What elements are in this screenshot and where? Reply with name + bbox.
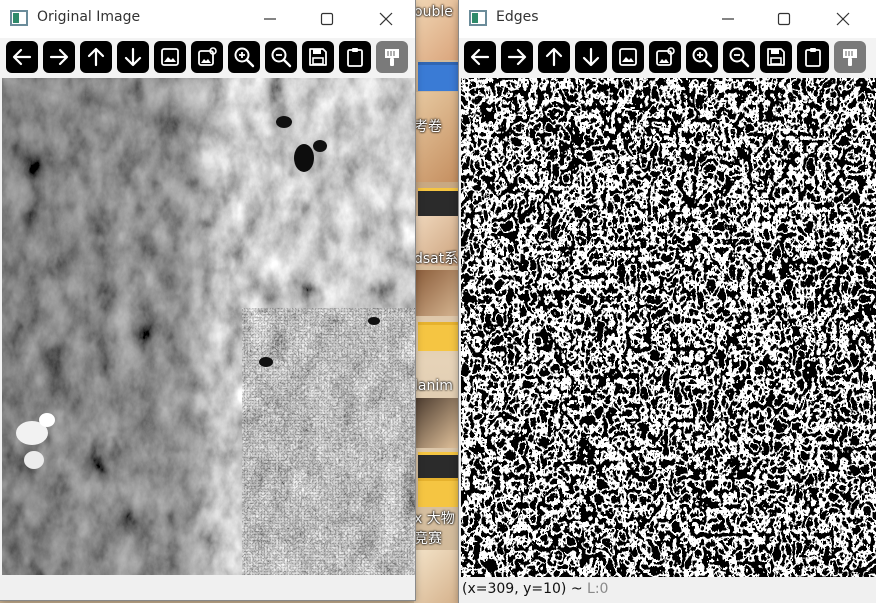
properties-icon bbox=[385, 49, 399, 66]
save-icon bbox=[309, 48, 327, 66]
clipboard-icon bbox=[347, 48, 363, 67]
desktop-label-6[interactable]: 竞赛 bbox=[414, 528, 462, 548]
window-title: Original Image bbox=[37, 9, 141, 25]
pixel-level: L:0 bbox=[587, 581, 609, 597]
zoom-out-button[interactable] bbox=[265, 41, 297, 73]
arrow-left-icon bbox=[12, 48, 32, 66]
copy-to-clipboard-button[interactable] bbox=[797, 41, 829, 73]
status-text: (x=309, y=10) ~ L:0 bbox=[462, 581, 608, 597]
maximize-button[interactable] bbox=[764, 6, 804, 32]
desktop-icons-strip: ouble 考卷 dsat系 lanim x 大物 竞赛 bbox=[414, 0, 462, 603]
close-button[interactable] bbox=[823, 6, 863, 32]
zoom-out-icon bbox=[729, 47, 750, 68]
zoom-original-button[interactable] bbox=[191, 41, 223, 73]
window-title: Edges bbox=[496, 9, 539, 25]
toolbar bbox=[459, 38, 876, 78]
pan-right-button[interactable] bbox=[43, 41, 75, 73]
maximize-icon bbox=[320, 12, 334, 26]
zoom-fit-button[interactable] bbox=[612, 41, 644, 73]
zoom-in-button[interactable] bbox=[686, 41, 718, 73]
satellite-image bbox=[2, 78, 415, 575]
maximize-icon bbox=[777, 12, 791, 26]
pan-down-button[interactable] bbox=[575, 41, 607, 73]
minimize-icon bbox=[264, 18, 276, 20]
save-icon bbox=[767, 48, 785, 66]
desktop-background: ouble 考卷 dsat系 lanim x 大物 竞赛 Original Im… bbox=[0, 0, 876, 603]
desktop-thumbnail[interactable] bbox=[414, 550, 462, 603]
zoom-in-icon bbox=[692, 47, 713, 68]
zoom-fit-button[interactable] bbox=[154, 41, 186, 73]
desktop-folder-icon[interactable] bbox=[418, 478, 460, 507]
edges-image bbox=[461, 78, 876, 577]
status-bar: (x=309, y=10) ~ L:0 bbox=[459, 577, 876, 603]
zoom-in-icon bbox=[234, 47, 255, 68]
zoom-out-icon bbox=[271, 47, 292, 68]
arrow-left-icon bbox=[470, 48, 490, 66]
pan-up-button[interactable] bbox=[538, 41, 570, 73]
desktop-label-2[interactable]: 考卷 bbox=[414, 116, 462, 136]
arrow-up-icon bbox=[545, 47, 563, 67]
pan-left-button[interactable] bbox=[464, 41, 496, 73]
titlebar[interactable]: Edges bbox=[459, 0, 876, 38]
arrow-up-icon bbox=[87, 47, 105, 67]
pan-up-button[interactable] bbox=[80, 41, 112, 73]
desktop-folder-icon[interactable] bbox=[418, 188, 460, 217]
titlebar[interactable]: Original Image bbox=[0, 0, 415, 38]
zoom-in-button[interactable] bbox=[228, 41, 260, 73]
desktop-label-4[interactable]: lanim bbox=[414, 378, 462, 394]
window-original-image[interactable]: Original Image bbox=[0, 0, 415, 600]
pan-down-button[interactable] bbox=[117, 41, 149, 73]
close-icon bbox=[836, 12, 850, 26]
image-icon bbox=[619, 48, 637, 66]
desktop-thumbnail[interactable] bbox=[414, 398, 462, 448]
arrow-down-icon bbox=[124, 47, 142, 67]
original-image-canvas[interactable] bbox=[2, 78, 415, 575]
minimize-icon bbox=[722, 18, 734, 20]
desktop-thumbnail[interactable] bbox=[414, 270, 462, 316]
close-button[interactable] bbox=[366, 6, 406, 32]
arrow-down-icon bbox=[582, 47, 600, 67]
pan-right-button[interactable] bbox=[501, 41, 533, 73]
save-button[interactable] bbox=[760, 41, 792, 73]
image-settings-icon bbox=[198, 47, 217, 66]
copy-to-clipboard-button[interactable] bbox=[339, 41, 371, 73]
desktop-label-3[interactable]: dsat系 bbox=[414, 248, 462, 268]
properties-button[interactable] bbox=[834, 41, 866, 73]
desktop-folder-icon[interactable] bbox=[418, 62, 460, 91]
arrow-right-icon bbox=[49, 48, 69, 66]
cursor-coordinates: (x=309, y=10) ~ bbox=[462, 581, 588, 597]
arrow-right-icon bbox=[507, 48, 527, 66]
zoom-out-button[interactable] bbox=[723, 41, 755, 73]
minimize-button[interactable] bbox=[708, 6, 748, 32]
image-settings-icon bbox=[656, 47, 675, 66]
desktop-label-1[interactable]: ouble bbox=[414, 4, 462, 20]
pan-left-button[interactable] bbox=[6, 41, 38, 73]
properties-icon bbox=[843, 49, 857, 66]
properties-button[interactable] bbox=[376, 41, 408, 73]
desktop-thumbnail[interactable] bbox=[414, 92, 462, 182]
desktop-folder-icon[interactable] bbox=[418, 452, 460, 481]
toolbar bbox=[0, 38, 415, 78]
edges-image-canvas[interactable] bbox=[461, 78, 876, 577]
zoom-original-button[interactable] bbox=[649, 41, 681, 73]
image-icon bbox=[161, 48, 179, 66]
app-icon bbox=[10, 10, 28, 26]
desktop-label-5[interactable]: x 大物 bbox=[414, 508, 462, 528]
minimize-button[interactable] bbox=[250, 6, 290, 32]
maximize-button[interactable] bbox=[307, 6, 347, 32]
app-icon bbox=[469, 10, 487, 26]
clipboard-icon bbox=[805, 48, 821, 67]
status-bar bbox=[0, 575, 415, 600]
window-edges[interactable]: Edges (x=309, y=10) ~ L:0 bbox=[459, 0, 876, 603]
desktop-folder-icon[interactable] bbox=[418, 322, 460, 351]
save-button[interactable] bbox=[302, 41, 334, 73]
close-icon bbox=[379, 12, 393, 26]
